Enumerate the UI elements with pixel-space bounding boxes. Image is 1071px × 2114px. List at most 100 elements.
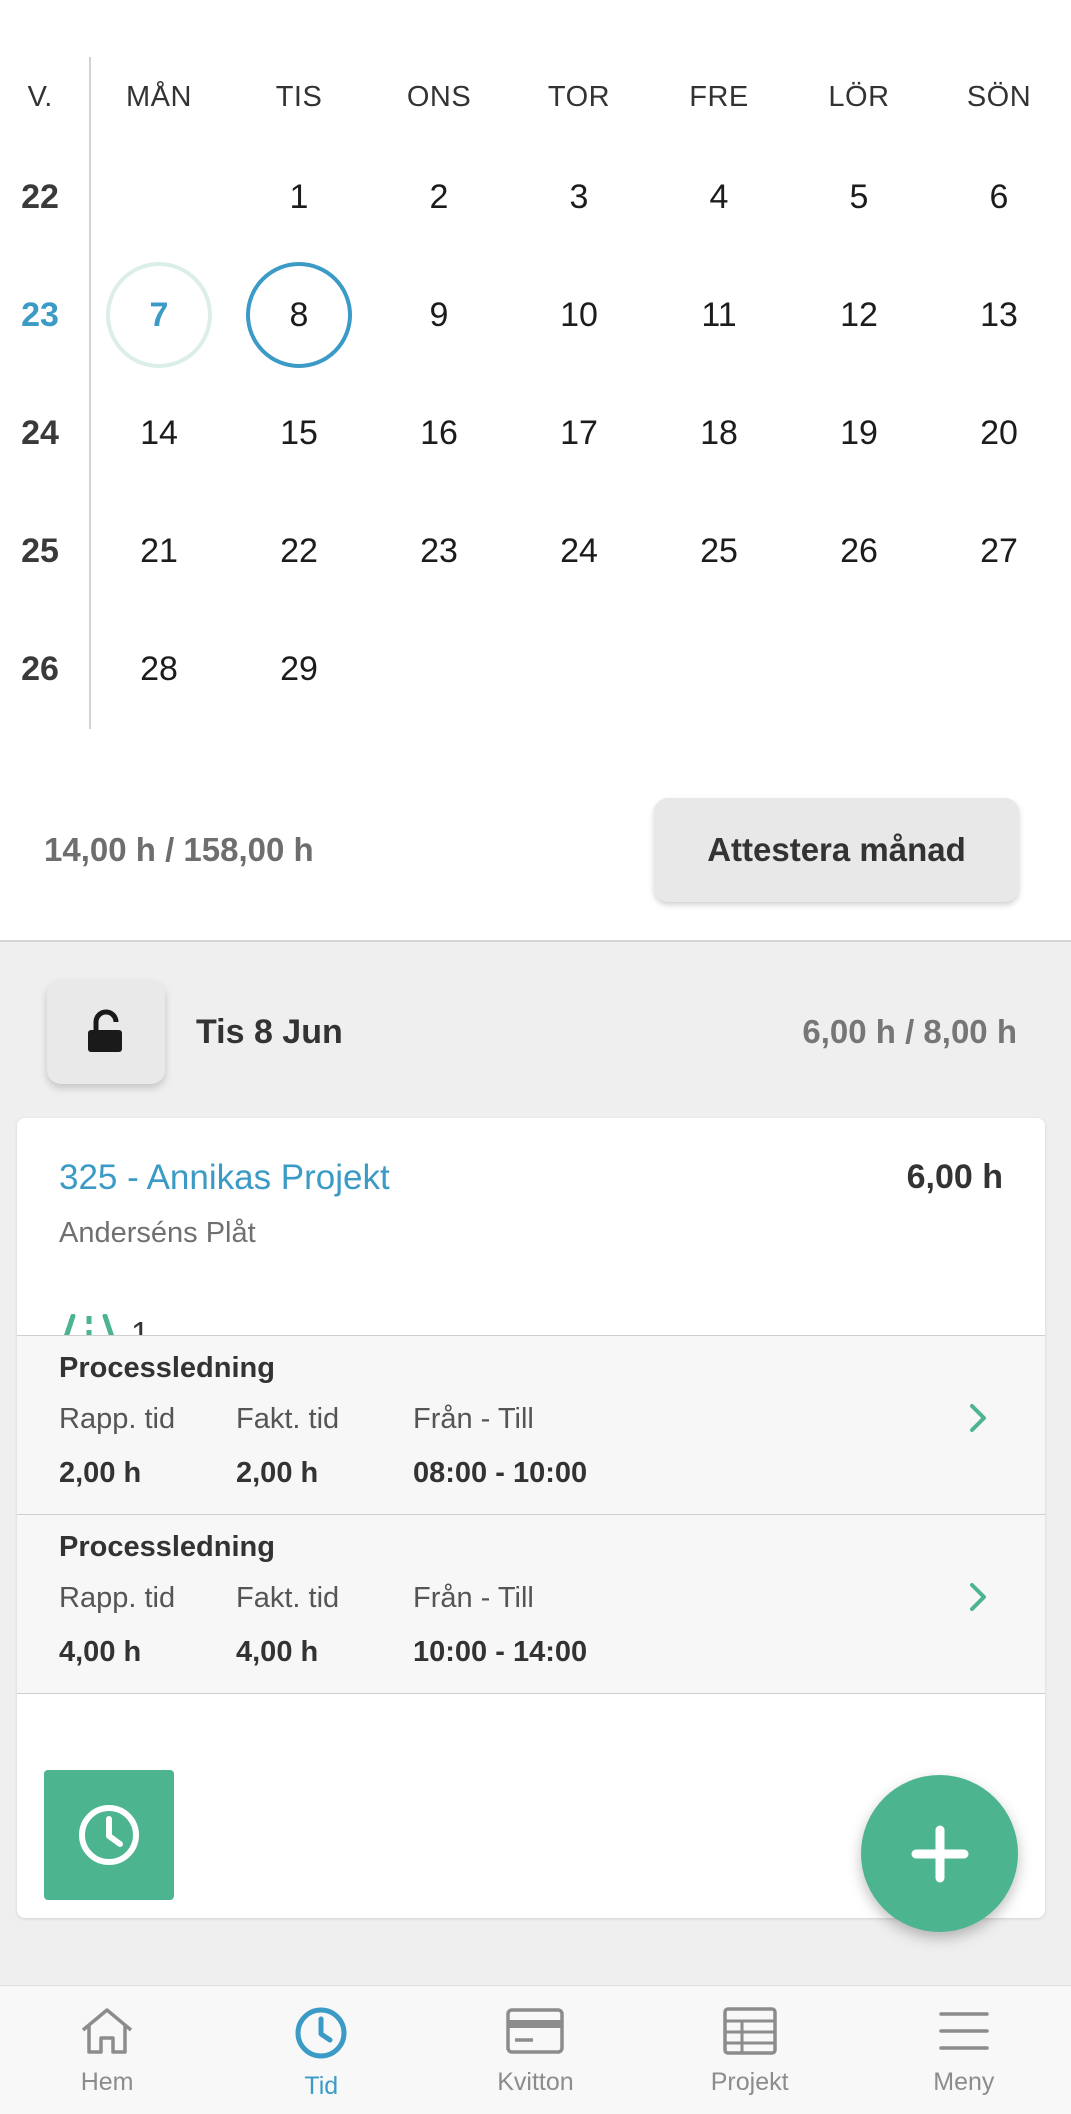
calendar-day-number: 18 <box>700 413 738 452</box>
reported-time-label: Rapp. tid <box>59 1403 176 1435</box>
calendar-day[interactable]: 8 <box>229 256 369 374</box>
calendar-day[interactable]: 10 <box>509 256 649 374</box>
time-entry[interactable]: Processledning Rapp. tid 4,00 h Fakt. ti… <box>17 1514 1045 1693</box>
calendar-week-row: 26 28 29 <box>0 610 1071 728</box>
calendar-day[interactable]: 1 <box>229 138 369 256</box>
calendar-day[interactable]: 9 <box>369 256 509 374</box>
time-range-label: Från - Till <box>413 1582 534 1614</box>
calendar-day[interactable]: 2 <box>369 138 509 256</box>
billed-time: Fakt. tid 4,00 h <box>236 1582 339 1669</box>
calendar-day-number: 11 <box>701 295 737 334</box>
time-range-value: 08:00 - 10:00 <box>413 1457 588 1489</box>
calendar-day[interactable]: 7 <box>89 256 229 374</box>
calendar-day-number: 17 <box>560 413 598 452</box>
calendar-day-number: 19 <box>840 413 878 452</box>
calendar-day[interactable]: 4 <box>649 138 789 256</box>
calendar-week-row: 25 21 22 23 24 25 26 27 <box>0 492 1071 610</box>
calendar-day[interactable]: 23 <box>369 492 509 610</box>
calendar-day-number: 28 <box>140 649 178 688</box>
nav-item-hem[interactable]: Hem <box>0 1986 214 2114</box>
calendar-day-number: 27 <box>980 531 1018 570</box>
calendar-day[interactable]: 27 <box>929 492 1069 610</box>
time-range-label: Från - Till <box>413 1403 534 1435</box>
calendar-day[interactable]: 20 <box>929 374 1069 492</box>
month-summary: 14,00 h / 158,00 h Attestera månad <box>0 790 1071 910</box>
home-icon <box>81 2008 133 2054</box>
calendar-day[interactable]: 21 <box>89 492 229 610</box>
calendar-day[interactable]: 29 <box>229 610 369 728</box>
lock-day-button[interactable] <box>47 980 165 1084</box>
calendar-day[interactable]: 12 <box>789 256 929 374</box>
calendar-day-number: 1 <box>289 177 309 216</box>
calendar-day-number: 16 <box>420 413 458 452</box>
start-timer-button[interactable] <box>44 1770 174 1900</box>
reported-time-value: 2,00 h <box>59 1457 142 1489</box>
calendar-day[interactable]: 14 <box>89 374 229 492</box>
billed-time: Fakt. tid 2,00 h <box>236 1403 339 1490</box>
week-number: 24 <box>21 413 59 452</box>
calendar-day-number: 7 <box>106 262 212 368</box>
calendar-day[interactable]: 19 <box>789 374 929 492</box>
clock-icon <box>295 2007 347 2059</box>
time-range: Från - Till 08:00 - 10:00 <box>413 1403 587 1490</box>
add-entry-button[interactable] <box>861 1775 1018 1932</box>
bottom-navigation: Hem Tid Kvitton Projekt Meny <box>0 1985 1071 2114</box>
billed-time-label: Fakt. tid <box>236 1582 340 1614</box>
table-icon <box>722 2007 777 2055</box>
nav-item-meny[interactable]: Meny <box>857 1986 1071 2114</box>
nav-item-tid[interactable]: Tid <box>214 1986 428 2114</box>
reported-time-value: 4,00 h <box>59 1636 142 1668</box>
calendar-day[interactable]: 13 <box>929 256 1069 374</box>
nav-item-projekt[interactable]: Projekt <box>643 1986 857 2114</box>
chevron-right-icon[interactable] <box>968 1581 990 1613</box>
nav-label: Kvitton <box>497 2068 574 2096</box>
time-range-value: 10:00 - 14:00 <box>413 1636 588 1668</box>
calendar-day-number: 9 <box>429 295 449 334</box>
entry-activity: Processledning <box>59 1352 275 1384</box>
project-customer: Anderséns Plåt <box>59 1217 256 1249</box>
attest-month-button[interactable]: Attestera månad <box>654 798 1019 902</box>
calendar-day[interactable]: 25 <box>649 492 789 610</box>
nav-label: Meny <box>933 2068 995 2096</box>
menu-icon <box>939 2012 989 2050</box>
week-number: 22 <box>21 177 59 216</box>
calendar-day[interactable]: 3 <box>509 138 649 256</box>
reported-time: Rapp. tid 2,00 h <box>59 1403 175 1490</box>
plus-icon <box>911 1825 968 1882</box>
billed-time-value: 4,00 h <box>236 1636 319 1668</box>
calendar-day-number: 14 <box>140 413 178 452</box>
calendar-day[interactable]: 24 <box>509 492 649 610</box>
calendar-day-number: 13 <box>980 295 1018 334</box>
calendar-day[interactable]: 15 <box>229 374 369 492</box>
calendar-day-number: 5 <box>849 177 869 216</box>
time-entry[interactable]: Processledning Rapp. tid 2,00 h Fakt. ti… <box>17 1335 1045 1514</box>
time-range: Från - Till 10:00 - 14:00 <box>413 1582 587 1669</box>
calendar-day[interactable]: 28 <box>89 610 229 728</box>
nav-item-kvitton[interactable]: Kvitton <box>428 1986 642 2114</box>
calendar-day-number: 15 <box>280 413 318 452</box>
calendar-day[interactable]: 26 <box>789 492 929 610</box>
calendar-day[interactable]: 11 <box>649 256 789 374</box>
calendar-day-number: 24 <box>560 531 598 570</box>
month-hours: 14,00 h / 158,00 h <box>44 831 314 868</box>
calendar-day-number: 21 <box>140 531 178 570</box>
calendar-day[interactable]: 5 <box>789 138 929 256</box>
calendar-day[interactable]: 16 <box>369 374 509 492</box>
day-hours: 6,00 h / 8,00 h <box>802 1013 1017 1050</box>
calendar-day-number: 25 <box>700 531 738 570</box>
clock-icon <box>79 1805 139 1865</box>
week-number: 25 <box>21 531 59 570</box>
calendar-day[interactable]: 18 <box>649 374 789 492</box>
project-name[interactable]: 325 - Annikas Projekt <box>59 1158 390 1198</box>
billed-time-label: Fakt. tid <box>236 1403 340 1435</box>
reported-time-label: Rapp. tid <box>59 1582 176 1614</box>
calendar-day[interactable]: 17 <box>509 374 649 492</box>
calendar-day[interactable]: 22 <box>229 492 369 610</box>
calendar-day[interactable]: 6 <box>929 138 1069 256</box>
calendar-day-number: 4 <box>709 177 729 216</box>
chevron-right-icon[interactable] <box>968 1402 990 1434</box>
card-icon <box>506 2008 565 2054</box>
entry-divider <box>17 1693 1045 1694</box>
calendar-day-number: 20 <box>980 413 1018 452</box>
calendar-day-number: 26 <box>840 531 878 570</box>
